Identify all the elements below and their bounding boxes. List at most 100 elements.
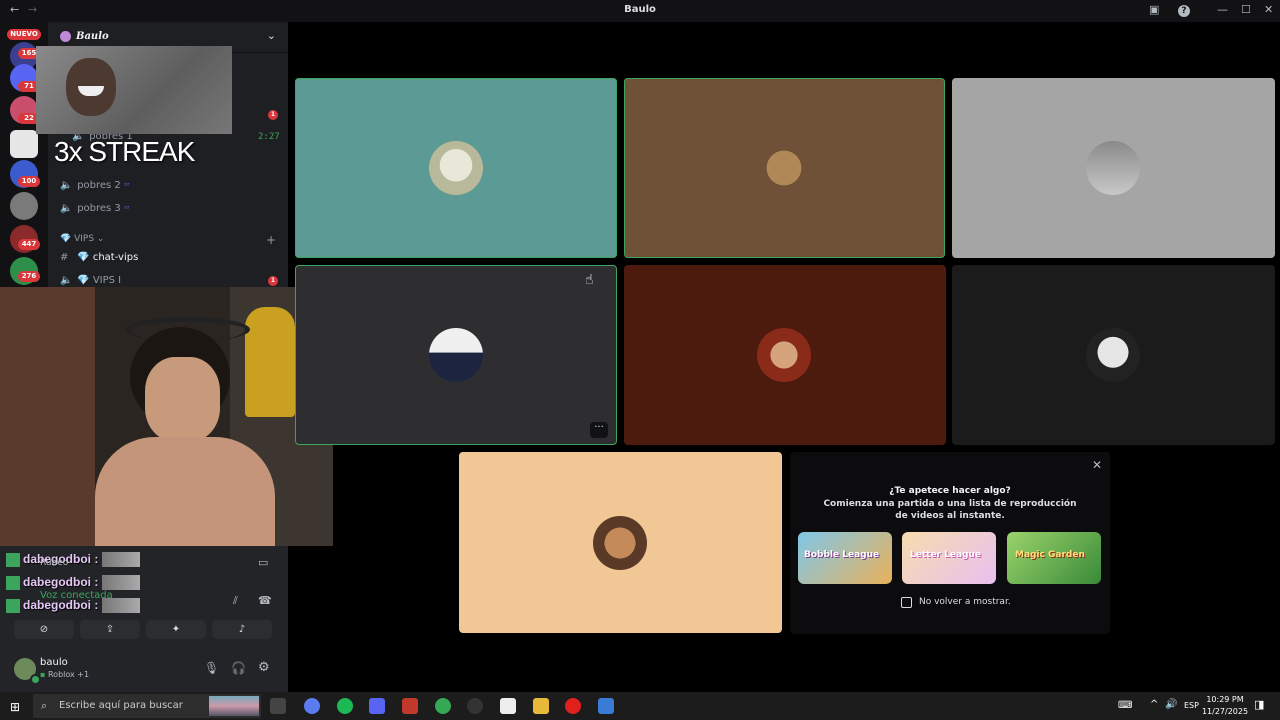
notifications-icon[interactable]: ◨ xyxy=(1254,698,1264,711)
app-icon[interactable] xyxy=(467,698,483,714)
app-icon[interactable] xyxy=(500,698,516,714)
server-icon[interactable] xyxy=(10,192,38,220)
server-name: Baulo xyxy=(76,31,109,42)
camera-off-button[interactable]: ⊘ xyxy=(14,620,74,639)
game-card-magic-garden[interactable]: Magic Garden xyxy=(1007,532,1101,584)
webcam-figure xyxy=(245,307,295,417)
game-title: Magic Garden xyxy=(1015,550,1085,560)
voice-status-sub: Rubéo xyxy=(40,558,69,568)
language-indicator[interactable]: ESP xyxy=(1184,701,1199,710)
discord-icon[interactable] xyxy=(369,698,385,714)
server-badge: 447 xyxy=(18,239,40,250)
chevron-up-icon[interactable]: ^ xyxy=(1150,699,1158,710)
soundboard-button[interactable]: ♪ xyxy=(212,620,272,639)
clock-date[interactable]: 11/27/2025 xyxy=(1200,707,1250,716)
title-bar: ← → Baulo ▣ ? — ☐ ✕ xyxy=(0,0,1280,22)
video-tile[interactable] xyxy=(952,78,1275,258)
server-badge: 276 xyxy=(18,271,40,282)
screen-share-icon: ⇪ xyxy=(105,624,115,635)
maximize-icon[interactable]: ☐ xyxy=(1241,3,1251,16)
screen-share-button[interactable]: ⇪ xyxy=(80,620,140,639)
soundboard-icon: ♪ xyxy=(238,624,246,635)
category-vips[interactable]: 💎 VIPS ⌄ xyxy=(60,234,104,244)
microphone-icon[interactable]: 🎙 xyxy=(204,661,219,675)
webcam-torso xyxy=(95,437,275,546)
app-icon xyxy=(6,552,20,567)
video-tile[interactable] xyxy=(624,78,945,258)
search-placeholder: Escribe aquí para buscar xyxy=(59,700,183,711)
clock-time[interactable]: 10:29 PM xyxy=(1200,695,1250,704)
copilot-icon[interactable] xyxy=(304,698,320,714)
headphones-icon[interactable]: 🎧 xyxy=(231,661,246,675)
minimize-icon[interactable]: — xyxy=(1217,3,1228,16)
category-label: VIPS xyxy=(74,234,95,244)
chat-user: dabegodboi : xyxy=(23,598,99,612)
activities-icon: ✦ xyxy=(171,624,181,635)
voice-channel-pobres-3[interactable]: 🔈 pobres 3 ᶻᶻ xyxy=(60,203,130,214)
settings-gear-icon[interactable]: ⚙ xyxy=(258,660,270,675)
task-view-icon[interactable] xyxy=(270,698,286,714)
sleep-icon: ᶻᶻ xyxy=(123,181,130,190)
disconnect-icon[interactable]: ☎ xyxy=(258,594,272,607)
channel-label: pobres 2 xyxy=(77,180,121,191)
close-window-icon[interactable]: ✕ xyxy=(1264,3,1273,16)
participant-avatar xyxy=(757,141,811,195)
inbox-icon[interactable]: ▣ xyxy=(1149,3,1159,16)
video-tile[interactable] xyxy=(952,265,1275,445)
spotify-icon[interactable] xyxy=(337,698,353,714)
text-channel-chat-vips[interactable]: # 💎 chat-vips xyxy=(60,252,138,263)
opera-icon[interactable] xyxy=(565,698,581,714)
voice-channel-pobres-2[interactable]: 🔈 pobres 2 ᶻᶻ xyxy=(60,180,130,191)
user-status-text: Roblox +1 xyxy=(47,670,90,679)
screen-share-icon[interactable]: ▭ xyxy=(258,556,268,569)
roblox-icon[interactable] xyxy=(598,698,614,714)
camera-off-icon: ⊘ xyxy=(39,624,49,635)
server-icon[interactable] xyxy=(10,130,38,158)
keyboard-icon[interactable]: ⌨ xyxy=(1118,700,1132,711)
sleep-icon: ᶻᶻ xyxy=(123,204,130,213)
chat-overlay-line: dabegodboi : xyxy=(6,552,141,568)
speaker-icon: 🔈 xyxy=(60,180,73,191)
window-title: Baulo xyxy=(624,4,656,15)
video-tile[interactable]: ··· xyxy=(295,265,617,445)
channel-label: VIPS I xyxy=(92,275,122,286)
windows-start-icon[interactable]: ⊞ xyxy=(10,700,20,714)
video-tile[interactable] xyxy=(295,78,617,258)
video-tile[interactable] xyxy=(624,265,946,445)
close-icon[interactable]: ✕ xyxy=(1092,458,1102,472)
windows-taskbar: ⊞ ⌕ Escribe aquí para buscar ⌨ ^ 🔊 ESP 1… xyxy=(0,692,1280,720)
voice-channel-vips[interactable]: 🔈 💎 VIPS I xyxy=(60,275,121,286)
mouse-cursor-icon: ☝ xyxy=(585,272,594,288)
voice-timer: 2:27 xyxy=(258,132,280,142)
chevron-down-icon: ⌄ xyxy=(96,234,105,244)
video-tile[interactable] xyxy=(459,452,782,633)
app-icon xyxy=(6,575,20,590)
app-icon xyxy=(6,598,20,613)
app-icon[interactable] xyxy=(402,698,418,714)
volume-icon[interactable]: 🔊 xyxy=(1165,699,1177,710)
game-card-bobble-league[interactable]: Bobble League xyxy=(798,532,892,584)
game-icon: ▪ xyxy=(40,670,46,679)
file-explorer-icon[interactable] xyxy=(533,698,549,714)
activity-suggestion-panel: ✕ ¿Te apetece hacer algo? Comienza una p… xyxy=(790,452,1110,634)
channel-label: pobres 3 xyxy=(77,203,121,214)
search-highlight-image xyxy=(209,696,259,716)
taskbar-search-box[interactable]: ⌕ Escribe aquí para buscar xyxy=(33,694,261,718)
webcam-face xyxy=(145,357,220,442)
chat-thumbnail xyxy=(102,598,141,614)
participant-avatar xyxy=(757,328,811,382)
diamond-icon: 💎 xyxy=(77,275,90,286)
noise-suppression-icon[interactable]: ⫽ xyxy=(233,594,238,608)
more-options-icon[interactable]: ··· xyxy=(590,422,608,438)
add-channel-icon[interactable]: + xyxy=(266,233,276,247)
speaker-icon: 🔈 xyxy=(60,203,73,214)
webcam-bg-left xyxy=(0,287,95,546)
game-card-letter-league[interactable]: Letter League xyxy=(902,532,996,584)
dont-show-again-checkbox[interactable] xyxy=(901,597,912,608)
unread-badge: 1 xyxy=(268,110,278,120)
activities-button[interactable]: ✦ xyxy=(146,620,206,639)
server-badge: 100 xyxy=(18,176,40,187)
chevron-down-icon[interactable]: ⌄ xyxy=(267,29,276,42)
help-icon[interactable]: ? xyxy=(1178,5,1190,17)
chrome-icon[interactable] xyxy=(435,698,451,714)
